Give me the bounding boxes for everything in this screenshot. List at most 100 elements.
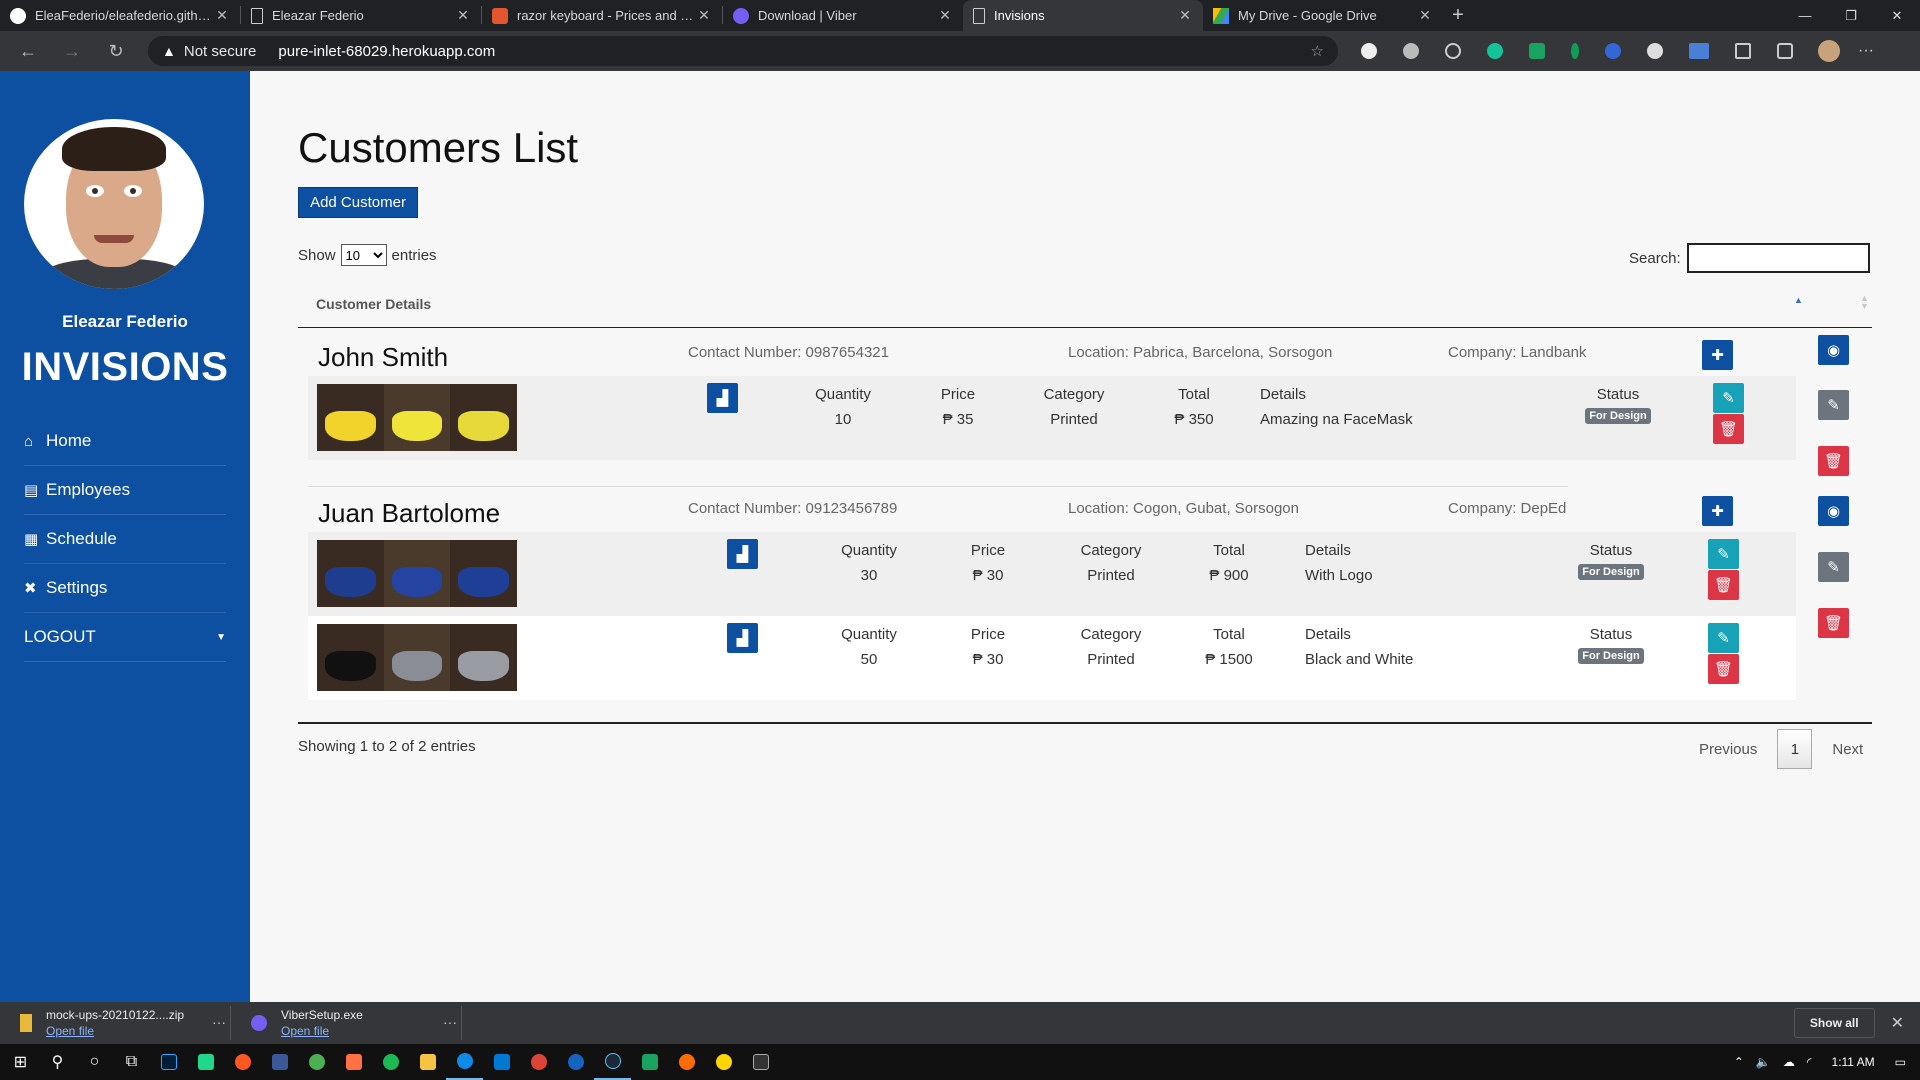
previous-button[interactable]: Previous xyxy=(1699,741,1757,758)
sidebar-item-home[interactable]: ⌂ Home xyxy=(24,417,226,466)
more-icon[interactable]: ··· xyxy=(443,1014,457,1030)
spotify-icon[interactable] xyxy=(372,1044,409,1080)
close-tab-icon[interactable]: ✕ xyxy=(1177,7,1193,24)
column-header[interactable]: Customer Details xyxy=(316,296,431,312)
clock[interactable]: 1:11 AM xyxy=(1832,1055,1875,1069)
more-icon[interactable]: ··· xyxy=(212,1014,226,1030)
restore-icon[interactable]: ❐ xyxy=(1828,0,1874,31)
url-text[interactable]: pure-inlet-68029.herokuapp.com xyxy=(278,43,495,60)
shield-icon[interactable] xyxy=(631,1044,668,1080)
close-tab-icon[interactable]: ✕ xyxy=(696,7,712,24)
app-icon[interactable] xyxy=(298,1044,335,1080)
terminal-icon[interactable] xyxy=(742,1044,779,1080)
edit-order-button[interactable]: ✎ xyxy=(1708,623,1739,653)
task-view-icon[interactable]: ⧉ xyxy=(113,1044,150,1080)
browser-tab-active[interactable]: Invisions ✕ xyxy=(963,0,1203,31)
browser-tab[interactable]: EleaFederio/eleafederio.github.io ✕ xyxy=(0,0,240,31)
grammarly-icon[interactable] xyxy=(1487,43,1503,59)
browser-tab[interactable]: razor keyboard - Prices and Online ✕ xyxy=(482,0,722,31)
close-tab-icon[interactable]: ✕ xyxy=(1417,7,1433,24)
close-tab-icon[interactable]: ✕ xyxy=(214,7,230,24)
download-item[interactable]: ViberSetup.exe Open file ··· xyxy=(231,1002,461,1044)
extension-icon[interactable] xyxy=(1689,43,1709,59)
reload-icon[interactable]: ↻ xyxy=(94,41,138,62)
file-explorer-icon[interactable] xyxy=(409,1044,446,1080)
extension-icon[interactable] xyxy=(1361,43,1377,59)
edit-order-button[interactable]: ✎ xyxy=(1708,539,1739,569)
delete-order-button[interactable]: 🗑 xyxy=(1708,654,1739,684)
bookmark-star-icon[interactable]: ☆ xyxy=(1311,42,1324,60)
collections-icon[interactable] xyxy=(1777,43,1793,59)
delete-customer-button[interactable]: 🗑 xyxy=(1818,608,1849,638)
page-size-select[interactable]: 10 xyxy=(340,244,387,266)
page-button[interactable]: 1 xyxy=(1777,729,1813,769)
chart-icon[interactable]: ▟ xyxy=(727,539,758,569)
extension-icon[interactable] xyxy=(1605,43,1621,59)
cortana-icon[interactable]: ○ xyxy=(76,1044,113,1080)
open-file-link[interactable]: Open file xyxy=(46,1024,184,1038)
vscode-icon[interactable] xyxy=(483,1044,520,1080)
app-icon[interactable] xyxy=(261,1044,298,1080)
add-order-button[interactable]: ✚ xyxy=(1702,340,1733,370)
volume-icon[interactable]: 🔈 xyxy=(1756,1055,1771,1069)
product-image[interactable] xyxy=(317,624,517,691)
profile-avatar[interactable] xyxy=(1818,40,1840,62)
notification-icon[interactable]: ▭ xyxy=(1895,1055,1906,1069)
sidebar-item-logout[interactable]: LOGOUT ▼ xyxy=(24,613,226,662)
delete-customer-button[interactable]: 🗑 xyxy=(1818,446,1849,476)
delete-order-button[interactable]: 🗑 xyxy=(1713,414,1744,444)
extension-icon[interactable] xyxy=(1571,43,1579,59)
edge-icon[interactable] xyxy=(446,1044,483,1080)
steam-icon[interactable] xyxy=(594,1044,631,1080)
chart-icon[interactable]: ▟ xyxy=(727,623,758,653)
chart-icon[interactable]: ▟ xyxy=(707,383,738,413)
sidebar-item-employees[interactable]: ▤ Employees xyxy=(24,466,226,515)
view-button[interactable]: ◉ xyxy=(1818,496,1849,526)
app-icon[interactable] xyxy=(335,1044,372,1080)
view-button[interactable]: ◉ xyxy=(1818,335,1849,365)
app-icon[interactable] xyxy=(557,1044,594,1080)
sort-icon[interactable]: ▲ ▼ xyxy=(1860,294,1869,311)
product-image[interactable] xyxy=(317,540,517,607)
menu-icon[interactable]: ··· xyxy=(1858,42,1874,60)
edit-customer-button[interactable]: ✎ xyxy=(1818,390,1849,420)
new-tab-icon[interactable]: + xyxy=(1443,0,1473,31)
app-icon[interactable] xyxy=(705,1044,742,1080)
omnibox[interactable]: ▲ Not secure pure-inlet-68029.herokuapp.… xyxy=(148,36,1338,66)
browser-tab[interactable]: My Drive - Google Drive ✕ xyxy=(1203,0,1443,31)
app-icon[interactable] xyxy=(668,1044,705,1080)
sidebar-item-settings[interactable]: ✖ Settings xyxy=(24,564,226,613)
extension-icon[interactable] xyxy=(1445,43,1461,59)
extension-icon[interactable] xyxy=(1403,43,1419,59)
edit-customer-button[interactable]: ✎ xyxy=(1818,552,1849,582)
pycharm-icon[interactable] xyxy=(187,1044,224,1080)
show-all-button[interactable]: Show all xyxy=(1793,1008,1875,1038)
next-button[interactable]: Next xyxy=(1832,741,1863,758)
minimize-icon[interactable]: — xyxy=(1782,0,1828,31)
extension-icon[interactable] xyxy=(1647,43,1663,59)
reading-list-icon[interactable] xyxy=(1735,43,1751,59)
shield-icon[interactable] xyxy=(1529,43,1545,59)
close-icon[interactable]: ✕ xyxy=(1891,1013,1904,1033)
browser-tab[interactable]: Download | Viber ✕ xyxy=(723,0,963,31)
back-icon[interactable]: ← xyxy=(6,41,50,62)
delete-order-button[interactable]: 🗑 xyxy=(1708,570,1739,600)
close-tab-icon[interactable]: ✕ xyxy=(937,7,953,24)
edit-order-button[interactable]: ✎ xyxy=(1713,383,1744,413)
close-window-icon[interactable]: ✕ xyxy=(1874,0,1920,31)
chrome-icon[interactable] xyxy=(520,1044,557,1080)
add-customer-button[interactable]: Add Customer xyxy=(298,187,418,218)
open-file-link[interactable]: Open file xyxy=(281,1024,363,1038)
windows-start-icon[interactable]: ⊞ xyxy=(2,1044,39,1080)
wifi-icon[interactable]: ◜ xyxy=(1807,1055,1812,1069)
photoshop-icon[interactable] xyxy=(150,1044,187,1080)
chevron-up-icon[interactable]: ⌃ xyxy=(1734,1055,1744,1069)
close-tab-icon[interactable]: ✕ xyxy=(455,7,471,24)
browser-tab[interactable]: Eleazar Federio ✕ xyxy=(241,0,481,31)
forward-icon[interactable]: → xyxy=(50,41,94,62)
search-input[interactable] xyxy=(1686,243,1870,273)
sidebar-item-schedule[interactable]: ▦ Schedule xyxy=(24,515,226,564)
cloud-icon[interactable]: ☁ xyxy=(1783,1055,1795,1069)
product-image[interactable] xyxy=(317,384,517,451)
search-icon[interactable]: ⚲ xyxy=(39,1044,76,1080)
